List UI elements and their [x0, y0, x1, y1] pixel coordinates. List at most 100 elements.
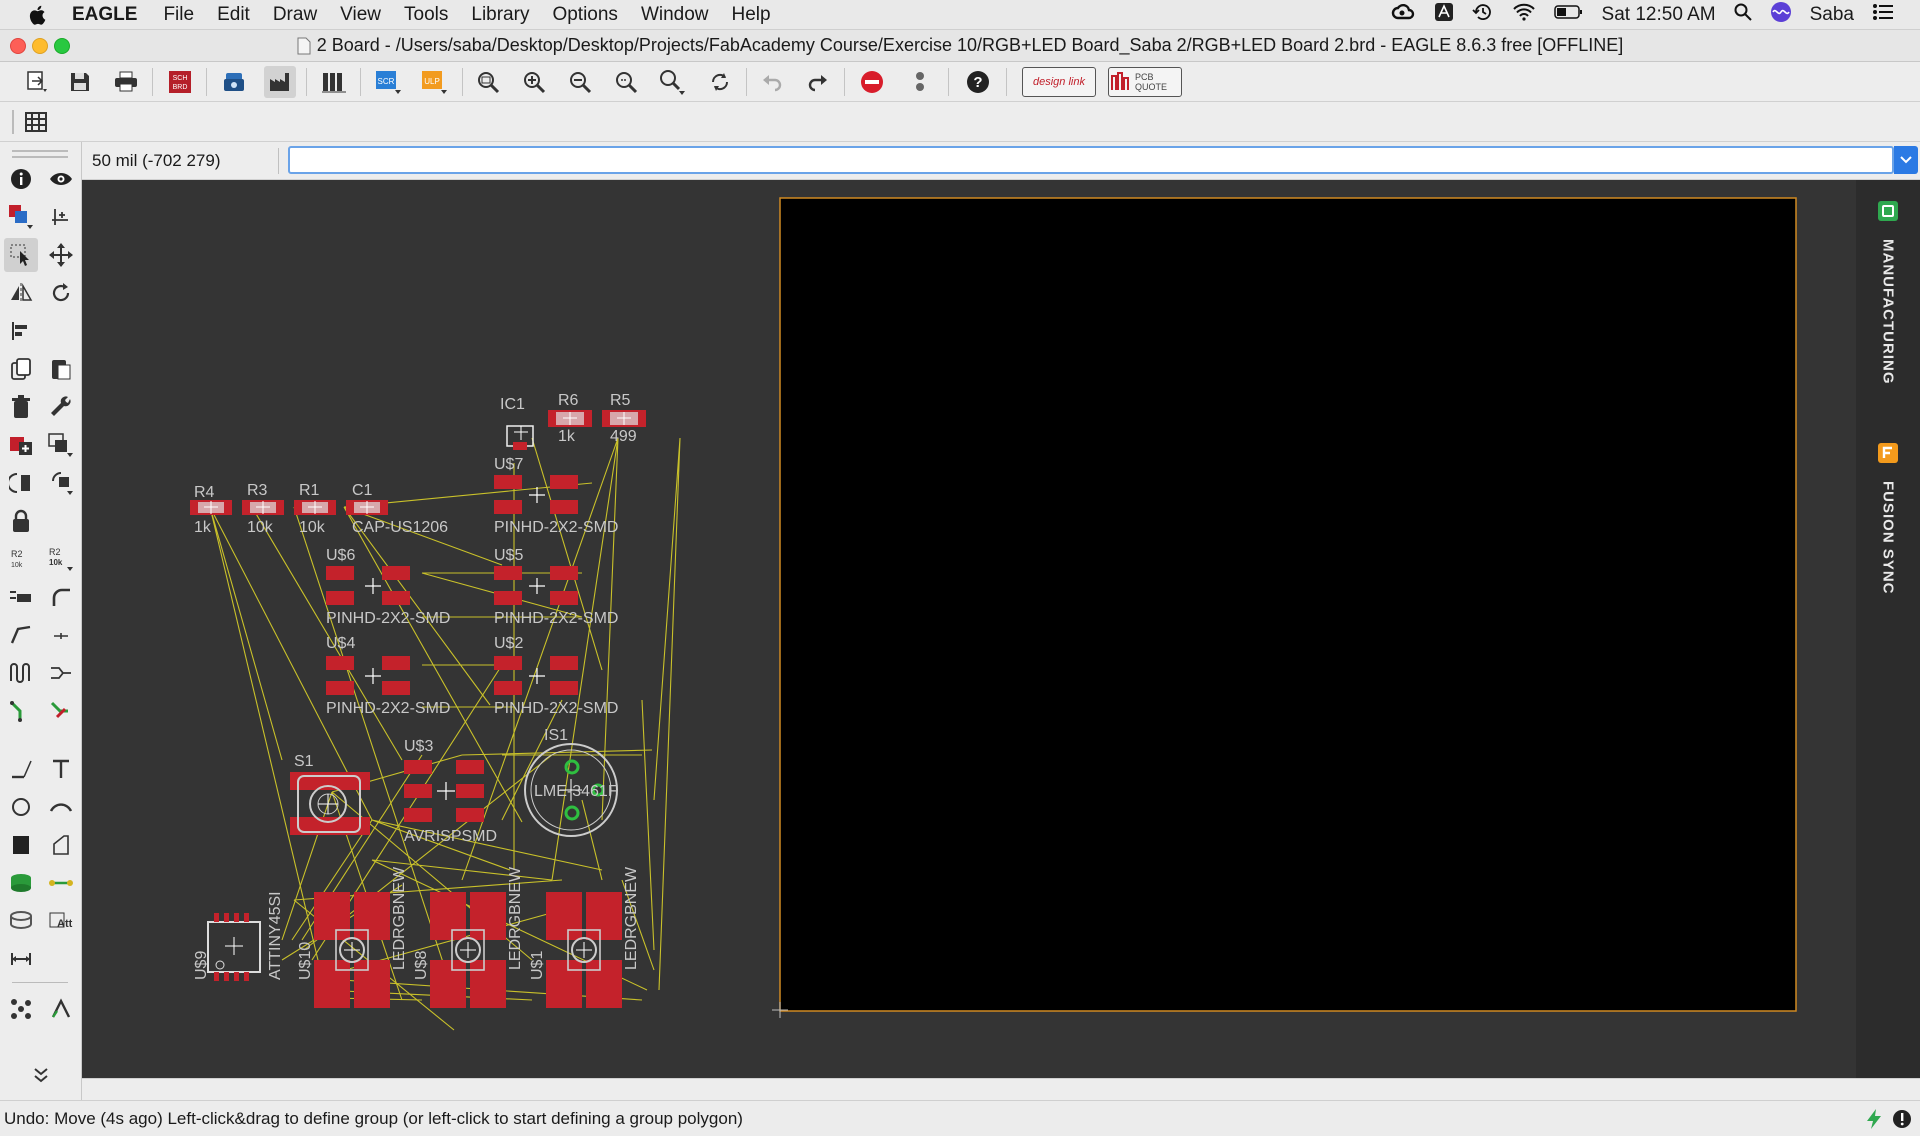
split-icon[interactable]	[4, 618, 38, 652]
differential-pair-icon[interactable]	[44, 656, 78, 690]
wifi-icon[interactable]	[1512, 3, 1536, 27]
run-ulp-icon[interactable]: ULP	[418, 66, 450, 98]
siri-icon[interactable]	[1770, 1, 1792, 29]
mark-icon[interactable]	[44, 200, 78, 234]
menu-draw[interactable]: Draw	[273, 4, 317, 26]
copy-icon[interactable]	[4, 352, 38, 386]
board-drawing[interactable]: IC1 R6 1k R5 499 R4 1k R3 10k R1 10k C1 …	[82, 180, 1856, 1078]
attribute-icon[interactable]: Att	[44, 904, 78, 938]
swap-icon[interactable]	[4, 466, 38, 500]
via-icon[interactable]	[4, 866, 38, 900]
show-icon[interactable]	[44, 162, 78, 196]
pcb-quote-button[interactable]: PCB QUOTE	[1108, 67, 1182, 97]
rotate-icon[interactable]	[44, 276, 78, 310]
delete-icon[interactable]	[4, 390, 38, 424]
zoom-select-icon[interactable]	[610, 66, 642, 98]
zoom-window-button[interactable]	[54, 38, 70, 54]
info-icon[interactable]	[4, 162, 38, 196]
wrench-icon[interactable]	[44, 390, 78, 424]
fusion-sync-tab[interactable]: FUSION SYNC	[1856, 442, 1920, 595]
zoom-out-icon[interactable]	[564, 66, 596, 98]
manufacturing-icon[interactable]	[264, 66, 296, 98]
change-icon[interactable]	[44, 466, 78, 500]
open-icon[interactable]	[20, 66, 52, 98]
stop-icon[interactable]	[856, 66, 888, 98]
zoom-to-fit-icon[interactable]	[472, 66, 504, 98]
menu-options[interactable]: Options	[552, 4, 617, 26]
menu-library[interactable]: Library	[471, 4, 529, 26]
meander-icon[interactable]	[4, 656, 38, 690]
lock-icon[interactable]	[4, 504, 38, 538]
value-icon[interactable]: R2 10k	[44, 542, 78, 576]
redo-icon[interactable]	[802, 66, 834, 98]
zoom-options-icon[interactable]	[656, 66, 688, 98]
library-manager-icon[interactable]	[318, 66, 350, 98]
line-icon[interactable]	[4, 752, 38, 786]
circle-icon[interactable]	[4, 790, 38, 824]
help-icon[interactable]: ?	[962, 66, 994, 98]
rectangle-icon[interactable]	[4, 828, 38, 862]
macos-menubar: EAGLE File Edit Draw View Tools Library …	[0, 0, 1920, 30]
signal-icon[interactable]	[44, 866, 78, 900]
mirror-icon[interactable]	[4, 276, 38, 310]
autorouter-icon[interactable]	[44, 992, 78, 1026]
alert-icon[interactable]	[1892, 1109, 1912, 1134]
cam-processor-icon[interactable]	[218, 66, 250, 98]
lightning-icon[interactable]	[1866, 1109, 1882, 1134]
user-name[interactable]: Saba	[1810, 4, 1854, 26]
align-icon[interactable]	[4, 314, 38, 348]
save-icon[interactable]	[64, 66, 96, 98]
paste-icon[interactable]	[44, 352, 78, 386]
menu-file[interactable]: File	[163, 4, 194, 26]
acrobat-icon[interactable]	[1434, 2, 1454, 28]
control-center-icon[interactable]	[1872, 3, 1894, 27]
dimension-icon[interactable]	[4, 942, 38, 976]
ripup-icon[interactable]	[44, 694, 78, 728]
ratsnest-icon[interactable]	[4, 992, 38, 1026]
board-canvas[interactable]: IC1 R6 1k R5 499 R4 1k R3 10k R1 10k C1 …	[82, 180, 1856, 1078]
group-icon[interactable]	[4, 238, 38, 272]
design-link-button[interactable]: design link	[1022, 67, 1096, 97]
optimize-icon[interactable]	[44, 618, 78, 652]
arc-icon[interactable]	[44, 790, 78, 824]
command-history-dropdown[interactable]	[1894, 146, 1918, 174]
svg-text:Att: Att	[57, 918, 73, 930]
expand-toolbar-icon[interactable]	[24, 1058, 58, 1092]
zoom-in-icon[interactable]	[518, 66, 550, 98]
smash-icon[interactable]	[4, 580, 38, 614]
grid-icon[interactable]	[20, 106, 52, 138]
add-icon[interactable]	[4, 428, 38, 462]
redraw-icon[interactable]	[704, 66, 736, 98]
menu-help[interactable]: Help	[732, 4, 771, 26]
miter-icon[interactable]	[44, 580, 78, 614]
go-icon[interactable]	[904, 66, 936, 98]
command-input[interactable]	[288, 146, 1894, 174]
horizontal-scrollbar[interactable]	[82, 1078, 1920, 1100]
minimize-window-button[interactable]	[32, 38, 48, 54]
run-script-icon[interactable]: SCR	[372, 66, 404, 98]
layer-settings-icon[interactable]	[4, 200, 38, 234]
time-machine-icon[interactable]	[1471, 2, 1494, 28]
undo-icon[interactable]	[756, 66, 788, 98]
battery-icon[interactable]	[1553, 4, 1584, 26]
replace-icon[interactable]	[44, 428, 78, 462]
menu-window[interactable]: Window	[641, 4, 709, 26]
print-icon[interactable]	[110, 66, 142, 98]
menu-tools[interactable]: Tools	[404, 4, 448, 26]
menu-edit[interactable]: Edit	[217, 4, 250, 26]
manufacturing-tab[interactable]: MANUFACTURING	[1856, 200, 1920, 385]
spotlight-icon[interactable]	[1734, 3, 1752, 27]
clock[interactable]: Sat 12:50 AM	[1602, 4, 1716, 26]
sch-brd-switch-icon[interactable]: SCH BRD	[164, 66, 196, 98]
menu-view[interactable]: View	[340, 4, 381, 26]
app-name[interactable]: EAGLE	[72, 4, 137, 26]
move-icon[interactable]	[44, 238, 78, 272]
polygon-icon[interactable]	[44, 828, 78, 862]
close-window-button[interactable]	[10, 38, 26, 54]
name-icon[interactable]: R2 10k	[4, 542, 38, 576]
text-icon[interactable]	[44, 752, 78, 786]
creative-cloud-icon[interactable]	[1390, 2, 1416, 28]
hole-icon[interactable]	[4, 904, 38, 938]
route-icon[interactable]	[4, 694, 38, 728]
apple-icon[interactable]	[28, 5, 48, 25]
